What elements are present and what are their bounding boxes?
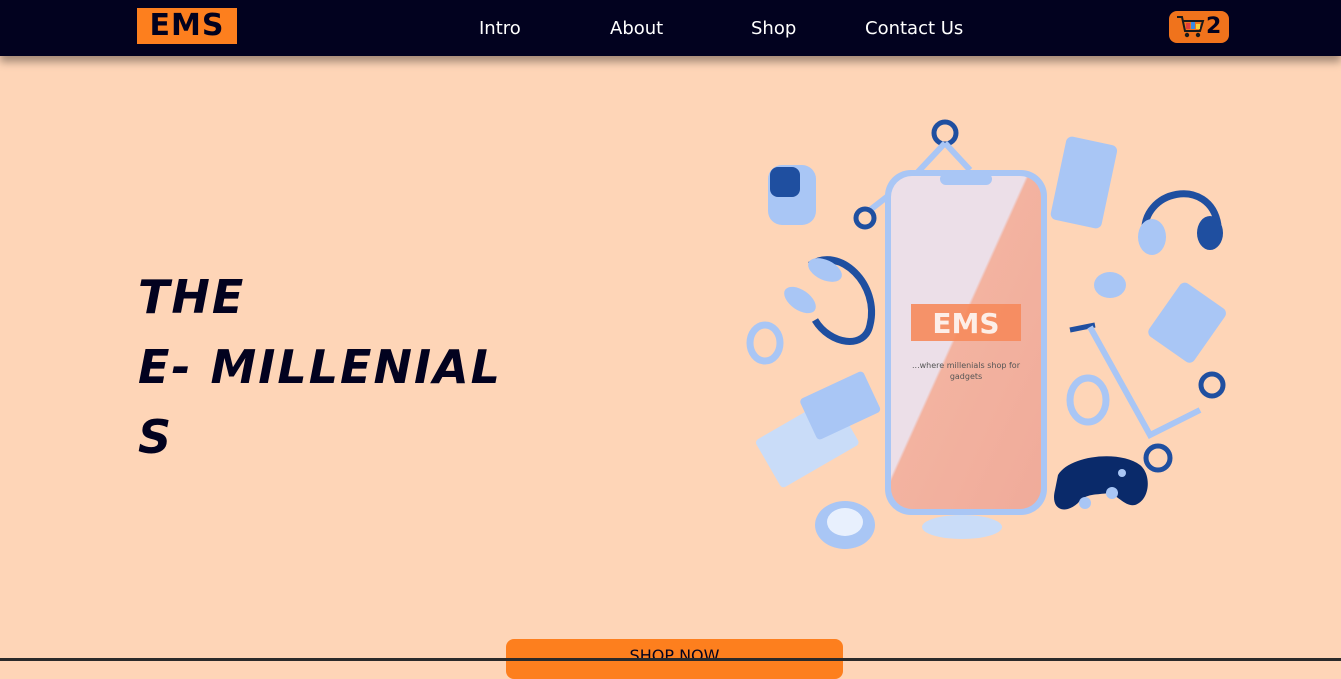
nav-link-about[interactable]: About xyxy=(610,18,663,40)
hero-title-line-1: THE xyxy=(138,270,246,324)
cart-button[interactable]: 2 xyxy=(1169,11,1229,43)
tablet-small-icon xyxy=(1148,282,1226,363)
earbuds-icon xyxy=(784,256,875,345)
hero-title-line-3: S xyxy=(138,410,174,464)
hero-title: THE E- MILLENIAL S xyxy=(138,262,518,472)
svg-text:...where millenials shop for: ...where millenials shop for xyxy=(912,361,1021,370)
keyboard-icon xyxy=(755,371,881,488)
ring-icon xyxy=(1094,272,1126,298)
navbar: EMS Intro About Shop Contact Us 2 xyxy=(0,0,1341,56)
smartphone-icon: EMS ...where millenials shop for gadgets xyxy=(885,170,1047,515)
hero-title-line-2: E- MILLENIAL xyxy=(138,340,502,394)
smartwatch-icon xyxy=(768,165,816,225)
gadgets-illustration: EMS ...where millenials shop for gadgets xyxy=(746,119,1226,549)
nav-link-contact[interactable]: Contact Us xyxy=(865,18,963,40)
fitness-band-icon xyxy=(746,321,784,365)
nav-links: Intro About Shop Contact Us xyxy=(0,0,1341,56)
shop-now-label: SHOP NOW xyxy=(629,646,720,665)
svg-text:gadgets: gadgets xyxy=(950,372,982,381)
nav-link-intro[interactable]: Intro xyxy=(479,18,521,40)
svg-text:EMS: EMS xyxy=(932,307,999,340)
fitness-band-right-icon xyxy=(1066,374,1110,426)
headphones-icon xyxy=(1138,190,1223,255)
nav-link-shop[interactable]: Shop xyxy=(751,18,796,40)
shopping-cart-icon xyxy=(1177,16,1205,38)
mouse-icon xyxy=(922,515,1002,539)
gamepad-icon xyxy=(1054,456,1148,510)
cart-count: 2 xyxy=(1206,14,1222,39)
tablet-icon xyxy=(1050,136,1118,229)
smartwatch-bottom-icon xyxy=(815,501,875,549)
